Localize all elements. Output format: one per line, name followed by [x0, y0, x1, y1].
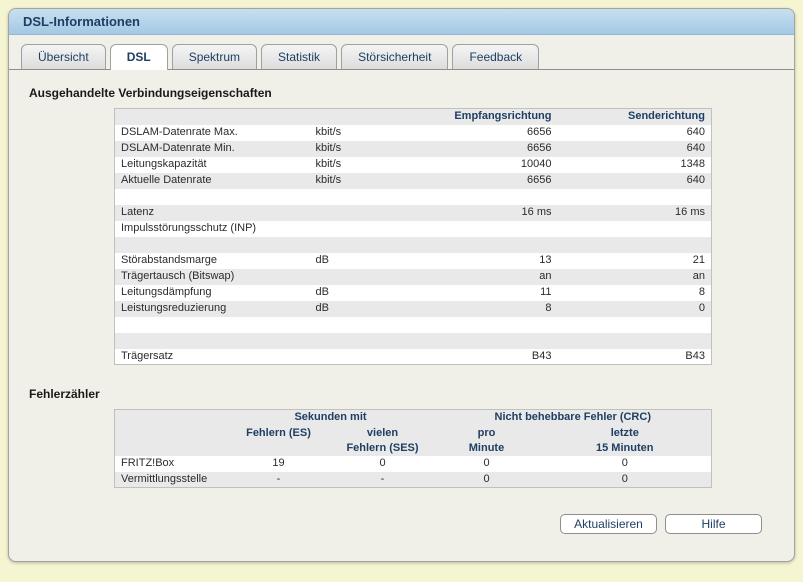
table-row: Leitungskapazität kbit/s 10040 1348: [121, 158, 705, 170]
tab-statistik[interactable]: Statistik: [261, 44, 338, 69]
column-header-upstream: Senderichtung: [627, 110, 705, 123]
tab-dsl[interactable]: DSL: [109, 44, 168, 70]
error-counter-table: Sekunden mit Nicht behebbare Fehler (CRC…: [114, 409, 712, 488]
table-subheader-row: Fehlern (ES) vielen Fehlern (SES) pro Mi…: [114, 425, 712, 456]
table-row-blank: [114, 236, 712, 253]
footer-button-row: Aktualisieren Hilfe: [29, 514, 762, 534]
column-header-ses: vielen Fehlern (SES): [346, 426, 419, 454]
table-row: Aktuelle Datenrate kbit/s 6656 640: [114, 172, 712, 189]
table-row: Vermittlungsstelle - - 0 0: [114, 471, 712, 488]
tab-stoersicherheit[interactable]: Störsicherheit: [341, 44, 449, 69]
table-row: Leitungsdämpfung dB 11 8: [121, 286, 705, 298]
section-heading-connection: Ausgehandelte Verbindungseigenschaften: [29, 86, 272, 100]
table-row: Leistungsreduzierung dB 8 0: [114, 300, 712, 317]
window-title: DSL-Informationen: [23, 14, 140, 29]
section-heading-errors: Fehlerzähler: [29, 387, 100, 401]
column-header-es: Fehlern (ES): [246, 426, 311, 439]
window-titlebar: DSL-Informationen: [9, 9, 794, 35]
group-header-crc: Nicht behebbare Fehler (CRC): [494, 411, 651, 424]
table-row: DSLAM-Datenrate Max. kbit/s 6656 640: [121, 126, 705, 138]
column-header-per-minute: pro Minute: [468, 426, 505, 454]
table-row: Latenz 16 ms 16 ms: [114, 204, 712, 221]
tab-spektrum[interactable]: Spektrum: [171, 44, 258, 69]
connection-properties-table: Empfangsrichtung Senderichtung DSLAM-Dat…: [114, 108, 712, 365]
table-row-blank: [114, 332, 712, 349]
table-row: Trägertausch (Bitswap) an an: [114, 268, 712, 285]
column-header-downstream: Empfangsrichtung: [454, 110, 552, 123]
dsl-information-window: DSL-Informationen Übersicht DSL Spektrum…: [8, 8, 795, 562]
tab-content: Ausgehandelte Verbindungseigenschaften E…: [9, 86, 794, 534]
table-group-header-row: Sekunden mit Nicht behebbare Fehler (CRC…: [114, 409, 712, 426]
refresh-button[interactable]: Aktualisieren: [560, 514, 657, 534]
table-row: FRITZ!Box 19 0 0 0: [121, 457, 628, 469]
table-row: DSLAM-Datenrate Min. kbit/s 6656 640: [114, 140, 712, 157]
tab-bar: Übersicht DSL Spektrum Statistik Störsic…: [9, 35, 794, 70]
table-row: Impulsstörungsschutz (INP): [121, 222, 257, 234]
tab-feedback[interactable]: Feedback: [452, 44, 540, 69]
table-header-row: Empfangsrichtung Senderichtung: [114, 108, 712, 125]
tab-uebersicht[interactable]: Übersicht: [21, 44, 106, 69]
table-row: Störabstandsmarge dB 13 21: [121, 254, 705, 266]
group-header-seconds: Sekunden mit: [294, 411, 367, 424]
table-row-blank: [115, 189, 712, 205]
table-row-blank: [115, 317, 712, 333]
help-button[interactable]: Hilfe: [665, 514, 762, 534]
table-row: Trägersatz B43 B43: [121, 349, 705, 362]
column-header-last-15-minutes: letzte 15 Minuten: [596, 426, 654, 454]
